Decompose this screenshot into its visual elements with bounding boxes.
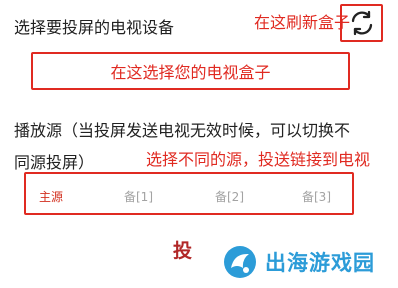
source-tabs: 主源 备[1] 备[2] 备[3]: [24, 172, 354, 215]
page-title: 选择要投屏的电视设备: [14, 18, 175, 37]
tab-backup-1[interactable]: 备[1]: [124, 188, 153, 205]
cast-button[interactable]: 投: [173, 236, 192, 263]
source-description-line2: 同源投屏）: [14, 153, 95, 172]
tab-main-source[interactable]: 主源: [39, 188, 63, 205]
device-select-label: 在这选择您的电视盒子: [110, 63, 271, 82]
tab-backup-2[interactable]: 备[2]: [215, 188, 244, 205]
logo-icon: [224, 246, 256, 278]
device-select-button[interactable]: 在这选择您的电视盒子: [31, 52, 350, 90]
annotation-refresh: 在这刷新盒子: [254, 13, 351, 32]
watermark: 出海游戏园: [222, 240, 390, 284]
refresh-button[interactable]: [340, 4, 383, 42]
source-description-line1: 播放源（当投屏发送电视无效时候，可以切换不: [14, 121, 351, 140]
watermark-text: 出海游戏园: [265, 251, 375, 275]
refresh-icon: [351, 10, 372, 36]
annotation-source: 选择不同的源，投送链接到电视: [146, 150, 371, 169]
tab-backup-3[interactable]: 备[3]: [302, 188, 331, 205]
